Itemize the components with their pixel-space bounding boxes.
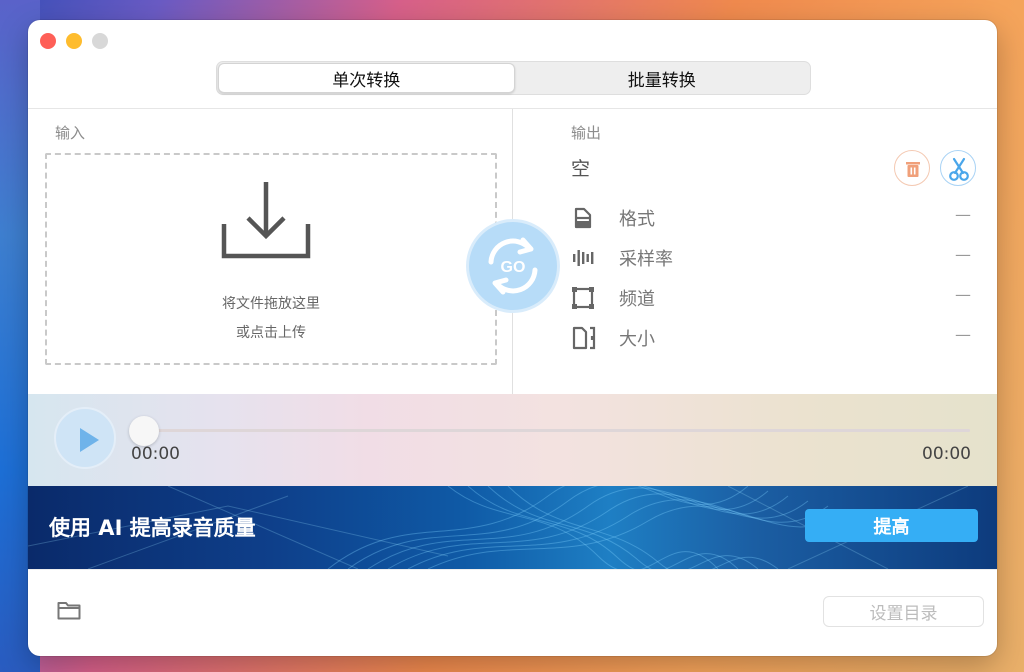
download-icon (221, 182, 311, 259)
app-window: 单次转换 批量转换 输入 将文件拖放这里 或点击上传 GO 输出 空 格式 — … (28, 20, 997, 656)
output-format-row: 格式 — (571, 204, 971, 230)
drop-hint-line1: 将文件拖放这里 (222, 296, 320, 312)
folder-icon[interactable] (57, 600, 81, 620)
zoom-window-button[interactable] (92, 33, 108, 49)
current-time: 00:00 (131, 444, 180, 464)
set-directory-button[interactable]: 设置目录 (823, 596, 984, 627)
trim-audio-button[interactable] (940, 150, 976, 186)
play-button[interactable] (54, 407, 116, 469)
audio-player: 00:00 00:00 (28, 394, 997, 486)
output-samplerate-row: 采样率 — (571, 244, 971, 270)
size-value: — (955, 325, 971, 344)
drop-hint-line2: 或点击上传 (236, 325, 306, 341)
size-icon (572, 326, 596, 350)
play-icon (80, 428, 99, 452)
mode-tabs: 单次转换 批量转换 (216, 61, 811, 95)
output-filename: 空 (571, 158, 591, 180)
file-dropzone[interactable]: 将文件拖放这里 或点击上传 (45, 153, 497, 365)
window-controls (40, 33, 108, 49)
go-convert-button[interactable]: GO (469, 222, 557, 310)
banner-title: 使用 AI 提高录音质量 (49, 516, 256, 540)
format-label: 格式 (619, 209, 655, 230)
channel-icon (572, 287, 594, 309)
input-title: 输入 (55, 124, 86, 142)
footer-divider (28, 569, 997, 570)
output-title: 输出 (571, 124, 602, 142)
seek-track[interactable] (144, 429, 970, 432)
total-time: 00:00 (922, 444, 971, 464)
output-size-row: 大小 — (571, 324, 971, 350)
channel-value: — (955, 285, 971, 304)
trash-icon (906, 162, 920, 177)
close-window-button[interactable] (40, 33, 56, 49)
samplerate-label: 采样率 (619, 249, 673, 270)
file-icon (574, 207, 592, 229)
enhance-button[interactable]: 提高 (805, 509, 978, 542)
ai-enhance-banner: 使用 AI 提高录音质量 提高 (28, 486, 997, 569)
seek-knob[interactable] (129, 416, 159, 446)
format-value: — (955, 205, 971, 224)
samplerate-value: — (955, 245, 971, 264)
waveform-icon (573, 250, 594, 266)
tab-batch-conversion[interactable]: 批量转换 (515, 63, 810, 93)
output-channel-row: 频道 — (571, 284, 971, 310)
minimize-window-button[interactable] (66, 33, 82, 49)
delete-output-button[interactable] (894, 150, 930, 186)
refresh-icon: GO (488, 237, 538, 295)
channel-label: 频道 (619, 289, 655, 310)
tab-single-conversion[interactable]: 单次转换 (218, 63, 515, 93)
go-label: GO (501, 259, 526, 276)
size-label: 大小 (619, 329, 655, 350)
scissors-icon (949, 157, 969, 181)
